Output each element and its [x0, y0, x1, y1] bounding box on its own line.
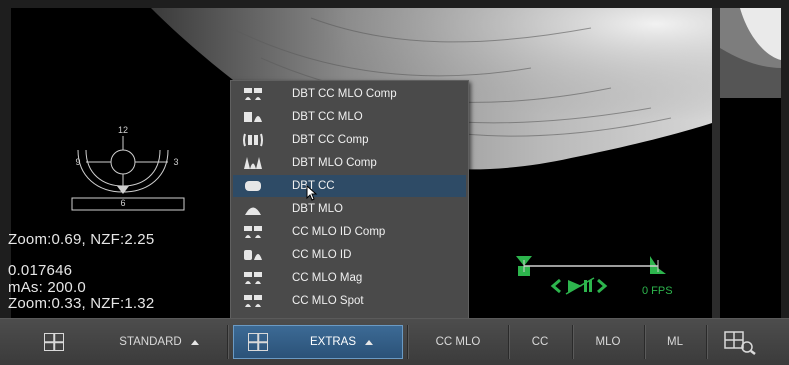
orientation-label-3: 3	[173, 157, 178, 167]
caret-up-icon	[190, 339, 199, 345]
extras-dropdown-button[interactable]: EXTRAS	[233, 325, 403, 359]
cc-button[interactable]: CC	[511, 325, 569, 359]
hanging-protocol-icon	[242, 87, 264, 101]
hanging-protocol-icon	[242, 202, 264, 216]
menu-item-dbt-cc-comp[interactable]: DBT CC Comp	[233, 129, 466, 151]
ml-button[interactable]: ML	[647, 325, 703, 359]
menu-item-cc-mlo-mag[interactable]: CC MLO Mag	[233, 267, 466, 289]
mas-readout: mAs: 200.0	[8, 279, 86, 296]
extras-dropdown-menu[interactable]: DBT CC MLO Comp DBT CC MLO DBT CC Comp D…	[230, 80, 469, 318]
menu-item-dbt-cc-mlo[interactable]: DBT CC MLO	[233, 106, 466, 128]
standard-label: STANDARD	[119, 336, 182, 348]
viewport-divider[interactable]	[712, 8, 720, 318]
viewer-frame	[0, 0, 789, 8]
toolbar-separator	[227, 325, 228, 359]
image-viewer[interactable]: 12 9 3 6 Zoom:0.69, NZF:2.25 0.017646 mA…	[0, 0, 789, 318]
toolbar-separator	[572, 325, 573, 359]
menu-item-label: DBT MLO	[292, 203, 343, 215]
menu-item-dbt-mlo[interactable]: DBT MLO	[233, 198, 466, 220]
mlo-button[interactable]: MLO	[575, 325, 641, 359]
toolbar-separator	[644, 325, 645, 359]
menu-item-label: DBT CC MLO Comp	[292, 88, 397, 100]
bottom-toolbar: STANDARD EXTRAS CC MLO CC MLO ML	[0, 318, 789, 365]
cine-prev-icon	[550, 278, 561, 294]
orientation-clock-icon: 12 9 3 6	[58, 122, 188, 217]
orientation-label-9: 9	[75, 157, 80, 167]
extras-label: EXTRAS	[310, 336, 357, 348]
hanging-protocol-icon	[242, 271, 264, 285]
grid-zoom-icon	[724, 331, 756, 355]
menu-item-label: CC MLO Spot	[292, 295, 364, 307]
grid-layout-icon	[44, 333, 64, 351]
menu-item-label: CC MLO ID	[292, 249, 352, 261]
toolbar-separator	[706, 325, 707, 359]
value-readout: 0.017646	[8, 262, 73, 279]
menu-item-label: CC MLO ID Comp	[292, 226, 386, 238]
orientation-label-6: 6	[120, 198, 125, 208]
menu-item-dbt-mlo-comp[interactable]: DBT MLO Comp	[233, 152, 466, 174]
toolbar-separator	[407, 325, 408, 359]
grid-layout-icon	[248, 333, 268, 351]
cc-mlo-button[interactable]: CC MLO	[410, 325, 506, 359]
zoom-readout-secondary: Zoom:0.33, NZF:1.32	[8, 295, 155, 312]
menu-item-label: DBT MLO Comp	[292, 157, 377, 169]
zoom-readout: Zoom:0.69, NZF:2.25	[8, 231, 155, 248]
layout-zoom-button[interactable]	[710, 325, 770, 359]
menu-item-dbt-cc-mlo-comp[interactable]: DBT CC MLO Comp	[233, 83, 466, 105]
fps-readout: 0 FPS	[642, 285, 673, 297]
menu-item-dbt-cc[interactable]: DBT CC	[233, 175, 466, 201]
menu-item-cc-mlo-spot[interactable]: CC MLO Spot	[233, 290, 466, 312]
menu-item-label: DBT CC MLO	[292, 111, 363, 123]
hanging-protocol-icon	[242, 294, 264, 308]
hanging-protocol-icon	[242, 156, 264, 170]
hanging-protocol-icon	[242, 110, 264, 124]
menu-item-label: DBT CC Comp	[292, 134, 369, 146]
menu-item-cc-mlo-id-comp[interactable]: CC MLO ID Comp	[233, 221, 466, 243]
hanging-protocol-icon	[242, 179, 264, 193]
hanging-protocol-icon	[242, 248, 264, 262]
toolbar-separator	[508, 325, 509, 359]
orientation-label-12: 12	[118, 125, 128, 135]
menu-item-label: CC MLO Mag	[292, 272, 363, 284]
caret-up-icon	[365, 339, 374, 345]
hanging-protocol-icon	[242, 133, 264, 147]
hanging-protocol-icon	[242, 225, 264, 239]
standard-dropdown-button[interactable]: STANDARD	[95, 325, 223, 359]
viewer-frame	[781, 0, 789, 318]
mammogram-viewport-right[interactable]	[720, 8, 781, 318]
cine-next-icon	[597, 278, 608, 294]
menu-item-cc-mlo-id[interactable]: CC MLO ID	[233, 244, 466, 266]
standard-layout-button[interactable]	[28, 325, 80, 359]
